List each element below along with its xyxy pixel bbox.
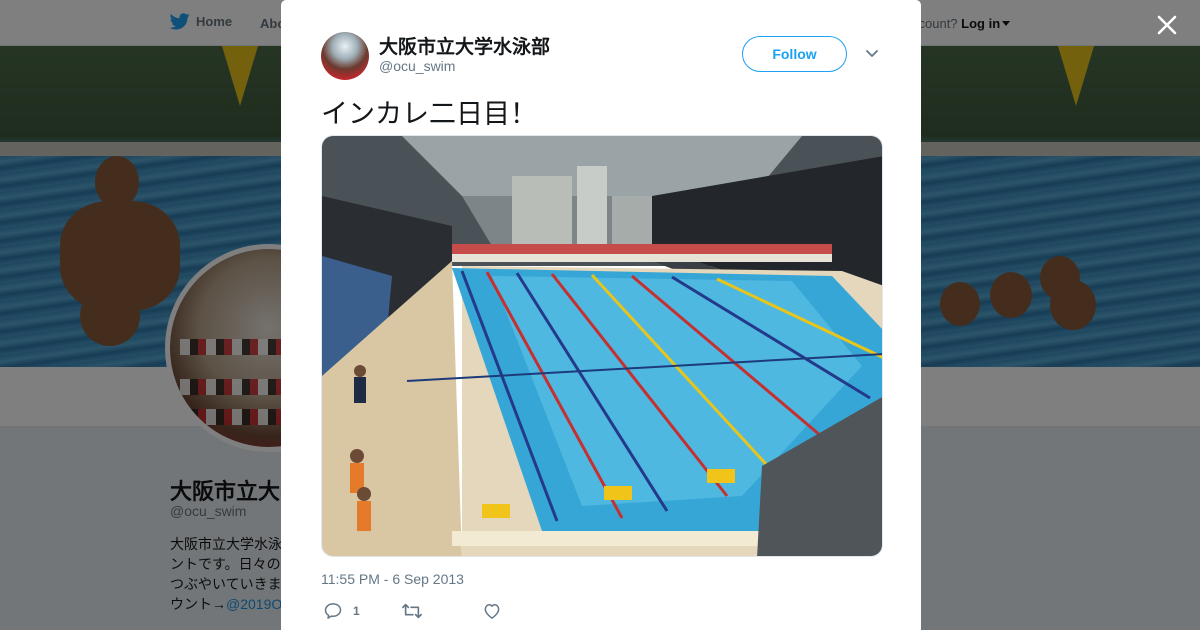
tweet-photo[interactable] bbox=[321, 135, 883, 557]
author-name[interactable]: 大阪市立大学水泳部 bbox=[379, 32, 550, 59]
retweet-icon bbox=[402, 603, 422, 619]
reply-icon bbox=[324, 603, 342, 619]
author-avatar[interactable] bbox=[321, 32, 369, 80]
like-button[interactable] bbox=[482, 601, 512, 621]
close-icon[interactable] bbox=[1153, 11, 1181, 39]
tweet-text: インカレ二日目！ bbox=[321, 99, 537, 129]
tweet-modal: 大阪市立大学水泳部 @ocu_swim Follow インカレ二日目！ 11:5… bbox=[281, 0, 921, 630]
follow-button[interactable]: Follow bbox=[742, 36, 847, 72]
author-handle[interactable]: @ocu_swim bbox=[379, 58, 455, 74]
pool-photo-illustration bbox=[322, 136, 882, 556]
heart-icon bbox=[484, 604, 500, 619]
retweet-button[interactable] bbox=[401, 601, 433, 621]
tweet-timestamp[interactable]: 11:55 PM - 6 Sep 2013 bbox=[321, 571, 464, 587]
reply-count: 1 bbox=[353, 604, 360, 618]
reply-button[interactable]: 1 bbox=[323, 601, 360, 621]
chevron-down-icon[interactable] bbox=[863, 44, 881, 62]
